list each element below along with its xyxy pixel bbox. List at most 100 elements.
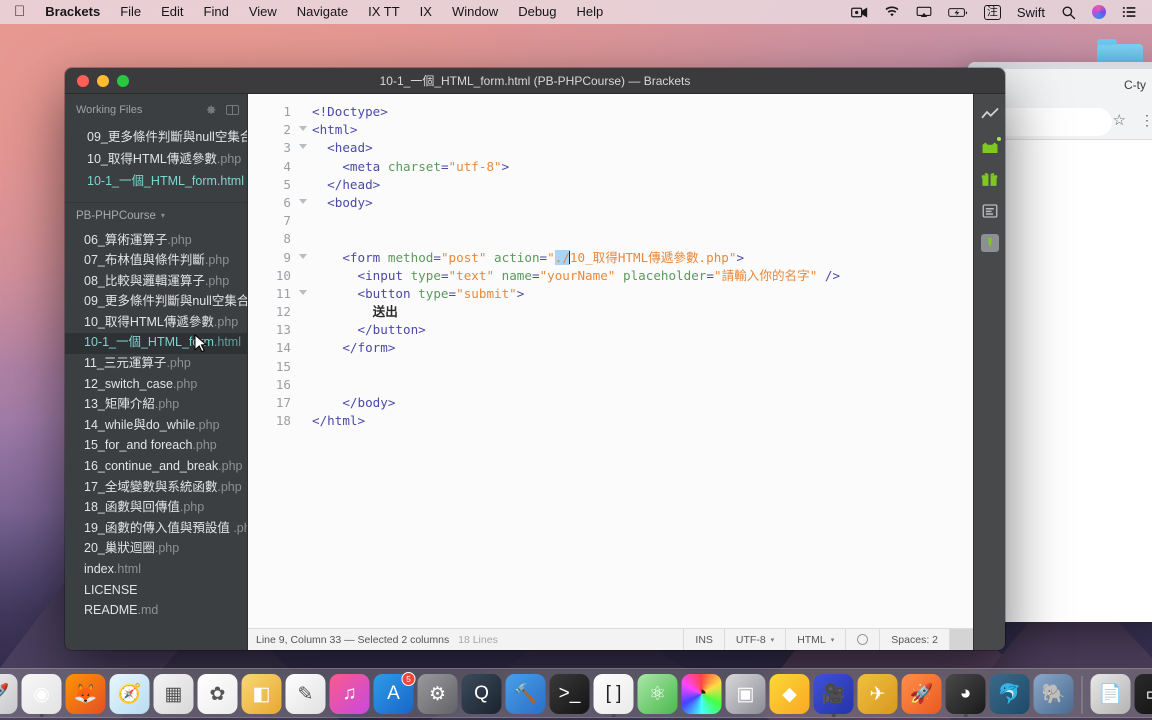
encoding-selector[interactable]: UTF-8 ▾ (723, 629, 785, 650)
dock-item-brackets[interactable]: [ ] (593, 674, 634, 717)
file-tree-item[interactable]: 17_全域變數與系統函數.php (65, 477, 247, 498)
project-header[interactable]: PB-PHPCourse ▾ (65, 202, 247, 228)
code-line[interactable] (312, 212, 973, 230)
menu-item-ix-tt[interactable]: IX TT (358, 0, 410, 24)
dock-item-terminal[interactable]: >_ (549, 674, 590, 714)
dock-item-xcode[interactable]: 🔨 (505, 674, 546, 714)
code-fold-triangle-icon[interactable] (299, 144, 307, 150)
kebab-menu-icon[interactable]: ⋮ (1140, 113, 1152, 127)
file-tree-item[interactable]: 14_while與do_while.php (65, 415, 247, 436)
dock-item-virtualbox[interactable]: ▣ (725, 674, 766, 714)
extension-manager-icon[interactable] (981, 137, 1001, 156)
dock-item-zeppelin[interactable]: ✈ (857, 674, 898, 714)
file-tree-item[interactable]: 11_三元運算子.php (65, 354, 247, 375)
dock-item-system-preferences[interactable]: ⚙ (417, 674, 458, 714)
menu-item-debug[interactable]: Debug (508, 0, 566, 24)
menu-item-find[interactable]: Find (194, 0, 239, 24)
code-line[interactable]: <meta charset="utf-8"> (312, 158, 973, 176)
dock-item-postman[interactable]: 🚀 (901, 674, 942, 714)
dock-item-terminal-window[interactable]: ▭ (1134, 674, 1152, 714)
dock-item-atom[interactable]: ⚛ (637, 674, 678, 714)
airplay-icon[interactable] (909, 0, 939, 24)
dock-item-mysql-workbench[interactable]: 🐬 (989, 674, 1030, 714)
file-tree-item[interactable]: 15_for_and foreach.php (65, 436, 247, 457)
file-tree-item[interactable]: 09_更多條件判斷與null空集合 (65, 292, 247, 313)
brackets-window[interactable]: 10-1_一個_HTML_form.html (PB-PHPCourse) — … (65, 68, 1005, 650)
working-file-item[interactable]: 10_取得HTML傳遞參數.php (65, 148, 247, 170)
code-line[interactable] (312, 358, 973, 376)
notification-center-icon[interactable] (1115, 0, 1144, 24)
spotlight-search-icon[interactable] (1054, 0, 1083, 24)
language-selector[interactable]: HTML ▾ (785, 629, 845, 650)
lint-status[interactable] (845, 629, 879, 650)
menu-item-view[interactable]: View (239, 0, 287, 24)
dock-item-safari[interactable]: 🧭 (109, 674, 150, 714)
working-file-item-current[interactable]: 10-1_一個_HTML_form.html (65, 170, 247, 192)
code-line[interactable] (312, 230, 973, 248)
code-fold-triangle-icon[interactable] (299, 126, 307, 132)
menu-item-app-name[interactable]: Brackets (35, 0, 110, 24)
code-line[interactable]: </html> (312, 412, 973, 430)
code-line[interactable]: <head> (312, 139, 973, 157)
code-line[interactable]: <html> (312, 121, 973, 139)
live-preview-icon[interactable] (981, 106, 999, 124)
code-content[interactable]: <!Doctype> <html> <head> <meta charset="u… (296, 94, 973, 628)
dock-item-keynote[interactable]: ◧ (241, 674, 282, 714)
menu-item-file[interactable]: File (110, 0, 151, 24)
dock-item-colorsnapper[interactable]: ◔ (681, 674, 722, 714)
dock-item-google-chrome[interactable]: ◉ (21, 674, 62, 717)
dock-item-sketch[interactable]: ◆ (769, 674, 810, 714)
dock-item-itunes[interactable]: ♫ (329, 674, 370, 714)
menu-item-window[interactable]: Window (442, 0, 508, 24)
close-button[interactable] (77, 74, 89, 87)
menu-item-ix[interactable]: IX (410, 0, 442, 24)
insert-mode-button[interactable]: INS (683, 629, 724, 650)
dock-item-pages[interactable]: ✎ (285, 674, 326, 714)
dock-item-quicktime[interactable]: Q (461, 674, 502, 714)
code-fold-triangle-icon[interactable] (299, 289, 307, 295)
siri-icon[interactable] (1085, 0, 1113, 24)
code-line[interactable]: 送出 (312, 303, 973, 321)
file-tree-item[interactable]: README.md (65, 601, 247, 622)
code-line[interactable]: </body> (312, 394, 973, 412)
window-titlebar[interactable]: 10-1_一個_HTML_form.html (PB-PHPCourse) — … (65, 68, 1005, 94)
dock-item-firefox[interactable]: 🦊 (65, 674, 106, 714)
code-line[interactable]: <input type="text" name="yourName" place… (312, 267, 973, 285)
wifi-icon[interactable] (877, 0, 907, 24)
code-line[interactable]: <button type="submit"> (312, 285, 973, 303)
file-tree-item[interactable]: 16_continue_and_break.php (65, 457, 247, 478)
dock-item-downloads-stack[interactable]: 📄 (1090, 674, 1131, 714)
gear-icon[interactable] (205, 104, 217, 116)
code-line[interactable]: <form method="post" action="./10_取得HTML傳… (312, 249, 973, 267)
code-line[interactable]: </head> (312, 176, 973, 194)
file-tree-item[interactable]: 06_算術運算子.php (65, 230, 247, 251)
star-icon[interactable]: ☆ (1113, 111, 1126, 129)
menu-item-navigate[interactable]: Navigate (287, 0, 358, 24)
menu-item-help[interactable]: Help (567, 0, 614, 24)
dock-item-photos[interactable]: ✿ (197, 674, 238, 714)
code-fold-triangle-icon[interactable] (299, 253, 307, 259)
maximize-button[interactable] (117, 74, 129, 87)
file-tree-item[interactable]: 10_取得HTML傳遞參數.php (65, 312, 247, 333)
file-tree-item[interactable]: 12_switch_case.php (65, 374, 247, 395)
minimize-button[interactable] (97, 74, 109, 87)
code-editor[interactable]: 1 2 3 4 5 6 7 8 9 10 11 12 13 14 15 16 17 18 <!Doctype> <h… (248, 94, 973, 628)
working-file-item[interactable]: 09_更多條件判斷與null空集合. (65, 126, 247, 148)
code-line[interactable]: </form> (312, 339, 973, 357)
file-tree-item[interactable]: 08_比較與邏輯運算子.php (65, 271, 247, 292)
highlighter-icon[interactable] (980, 234, 999, 252)
file-tree-item[interactable]: 19_函數的傳入值與預設值 .ph (65, 518, 247, 539)
dock-item-screen-recorder[interactable]: 🎥 (813, 674, 854, 717)
dock-item-mamp[interactable]: ◕ (945, 674, 986, 717)
indent-selector[interactable]: Spaces: 2 (879, 629, 949, 650)
lint-panel-icon[interactable] (981, 202, 999, 220)
dock-item-postgresql[interactable]: 🐘 (1033, 674, 1074, 714)
file-tree-item[interactable]: LICENSE (65, 580, 247, 601)
file-tree-item-selected[interactable]: 10-1_一個_HTML_form.html (65, 332, 247, 354)
code-line[interactable]: </button> (312, 321, 973, 339)
file-tree-item[interactable]: 18_函數與回傳值.php (65, 498, 247, 519)
screen-record-icon[interactable] (844, 0, 875, 24)
input-method-icon[interactable]: 注 (977, 0, 1008, 24)
split-view-icon[interactable] (226, 105, 239, 115)
dock-item-numbers[interactable]: ▦ (153, 674, 194, 714)
